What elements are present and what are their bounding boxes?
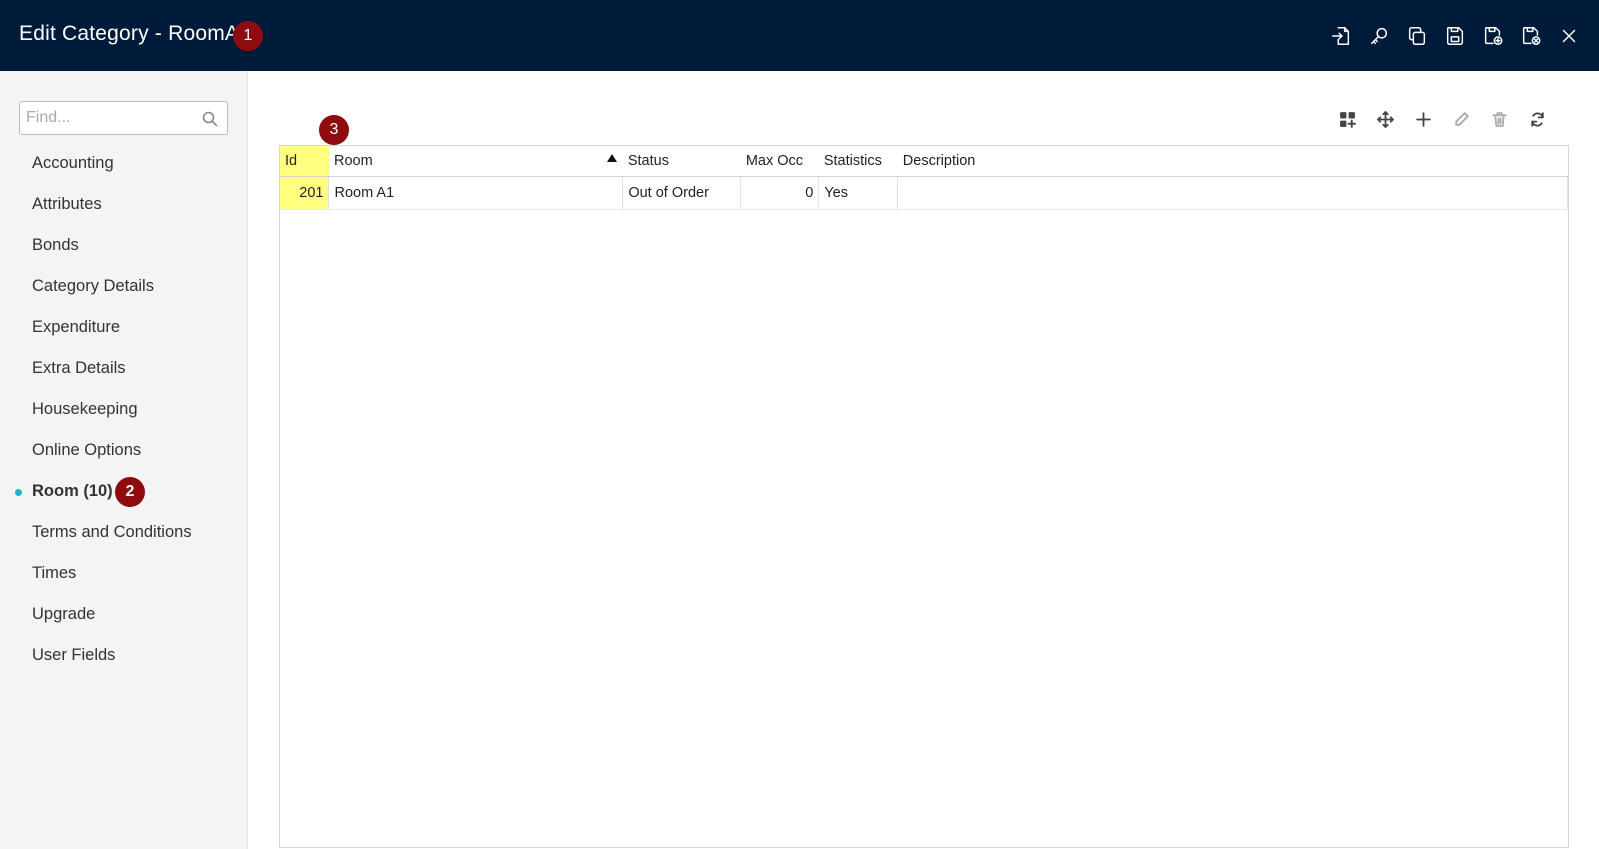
header-actions [1329,0,1581,71]
main-content: 3 Id Room Status Max Occ Statistics Desc… [248,71,1599,849]
close-icon [1562,29,1576,42]
annotation-badge-3: 3 [319,115,349,145]
sidebar-item-terms-and-conditions[interactable]: Terms and Conditions [0,520,248,561]
sidebar-item-label: Housekeeping [32,400,138,418]
page-title: Edit Category - RoomA [19,22,240,45]
sidebar-item-online-options[interactable]: Online Options [0,438,248,479]
sidebar-item-user-fields[interactable]: User Fields [0,643,248,684]
cell-status[interactable]: Out of Order [622,176,742,210]
sidebar-item-accounting[interactable]: Accounting [0,151,248,192]
copy-button[interactable] [1405,24,1429,48]
grid-toolbar [1337,109,1547,129]
pencil-icon [1454,111,1469,126]
sidebar-item-label: Expenditure [32,318,121,336]
column-header-room[interactable]: Room [328,146,623,177]
room-table: Id Room Status Max Occ Statistics Descri… [280,146,1568,210]
save-close-icon [1522,26,1541,45]
sidebar-item-label: Upgrade [32,605,96,623]
export-icon [1332,26,1350,45]
sidebar-item-label: Terms and Conditions [32,523,192,541]
sidebar-item-label: Category Details [32,277,154,295]
column-header-status[interactable]: Status [622,146,741,177]
sidebar-item-label: Times [32,564,77,582]
sidebar-item-expenditure[interactable]: Expenditure [0,315,248,356]
active-indicator [15,489,22,496]
copy-icon [1408,26,1426,45]
sidebar-item-label: Extra Details [32,359,126,377]
cell-id[interactable]: 201 [280,176,330,210]
sidebar-item-label: Accounting [32,154,114,172]
delete-button[interactable] [1489,109,1509,129]
plus-icon [1415,111,1431,127]
sidebar-item-label: User Fields [32,646,116,664]
add-button[interactable] [1413,109,1433,129]
sidebar-item-extra-details[interactable]: Extra Details [0,356,248,397]
column-header-statistics[interactable]: Statistics [818,146,898,177]
window-header: Edit Category - RoomA 1 [0,0,1599,71]
sidebar-item-label: Room (10) [32,482,113,500]
refresh-button[interactable] [1527,109,1547,129]
save-icon [1446,26,1464,45]
column-header-max-occ[interactable]: Max Occ [740,146,819,177]
column-header-description[interactable]: Description [897,146,1568,177]
room-grid: Id Room Status Max Occ Statistics Descri… [279,145,1569,848]
save-new-icon [1484,26,1503,45]
save-new-button[interactable] [1481,24,1505,48]
sidebar-item-housekeeping[interactable]: Housekeeping [0,397,248,438]
edit-button[interactable] [1451,109,1471,129]
sidebar-item-label: Attributes [32,195,102,213]
close-button[interactable] [1557,24,1581,48]
refresh-icon [1530,111,1544,127]
sort-ascending-icon [606,150,617,162]
sidebar-item-times[interactable]: Times [0,561,248,602]
cell-description[interactable] [897,176,1568,210]
search-icon[interactable] [202,111,218,127]
move-icon [1376,110,1394,128]
sidebar-item-label: Online Options [32,441,142,459]
table-header-row: Id Room Status Max Occ Statistics Descri… [280,146,1568,177]
annotation-badge-2: 2 [115,477,145,507]
grid-add-icon [1339,111,1356,128]
sidebar: Accounting Attributes Bonds Category Det… [0,71,248,849]
move-button[interactable] [1375,109,1395,129]
cell-room[interactable]: Room A1 [328,176,624,210]
search-input[interactable] [26,102,196,134]
cell-max-occ[interactable]: 0 [740,176,820,210]
key-icon [1370,27,1388,44]
key-button[interactable] [1367,24,1391,48]
sidebar-item-upgrade[interactable]: Upgrade [0,602,248,643]
save-button[interactable] [1443,24,1467,48]
search-box [19,101,228,135]
column-header-id[interactable]: Id [280,146,329,177]
table-row[interactable]: 201 Room A1 Out of Order 0 Yes [280,176,1568,210]
sidebar-item-label: Bonds [32,236,79,254]
trash-icon [1491,111,1507,127]
sidebar-item-category-details[interactable]: Category Details [0,274,248,315]
sidebar-item-room[interactable]: Room (10) 2 [0,477,248,520]
column-header-label: Room [333,152,373,169]
save-close-button[interactable] [1519,24,1543,48]
sidebar-item-bonds[interactable]: Bonds [0,233,248,274]
export-button[interactable] [1329,24,1353,48]
annotation-badge-1: 1 [233,21,263,51]
sidebar-item-attributes[interactable]: Attributes [0,192,248,233]
sidebar-nav: Accounting Attributes Bonds Category Det… [0,151,248,684]
cell-statistics[interactable]: Yes [818,176,899,210]
column-chooser-button[interactable] [1337,109,1357,129]
